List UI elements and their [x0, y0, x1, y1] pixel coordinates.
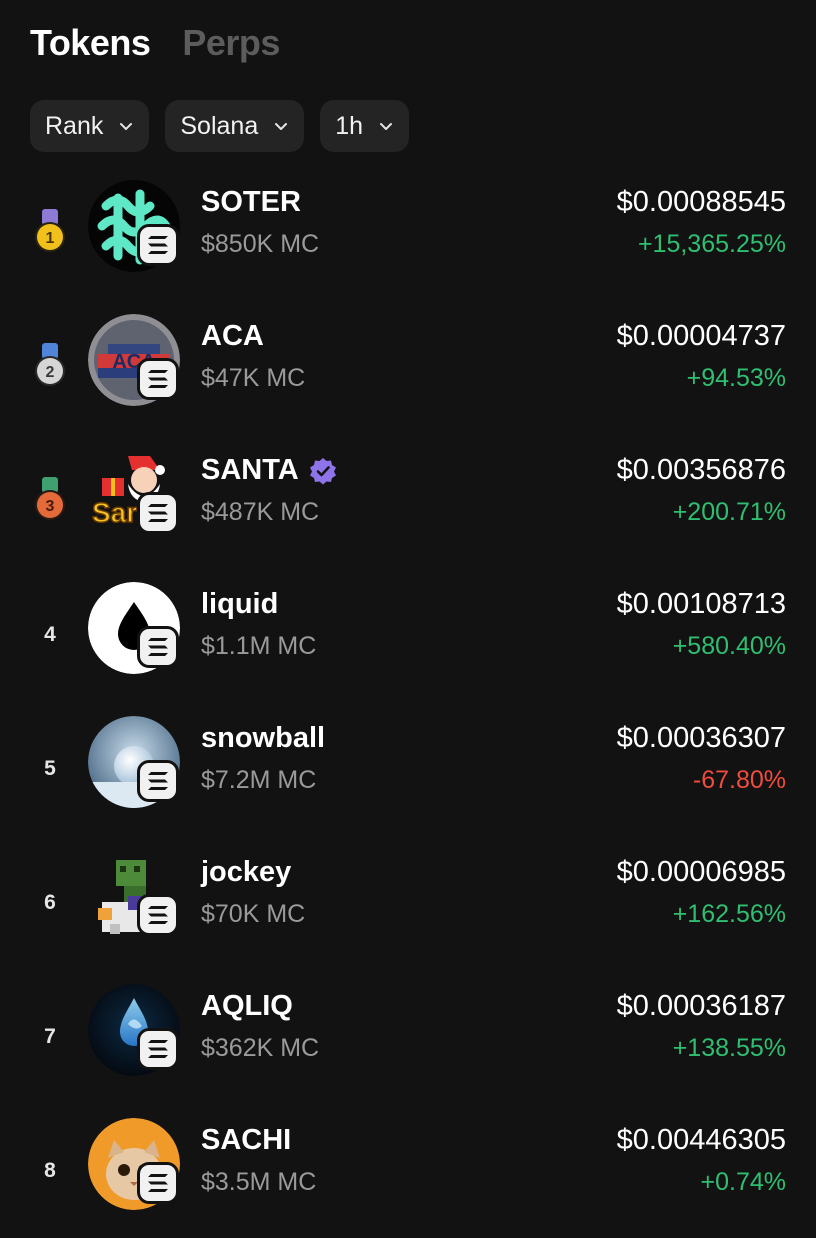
token-row-snowball[interactable]: 5 snowball $7.2M MC $0.00036307 -67.80%	[0, 702, 816, 836]
token-name: SOTER	[201, 186, 301, 219]
price-change: +138.55%	[672, 1034, 786, 1062]
token-name-text: SOTER	[201, 186, 301, 218]
chain-dropdown[interactable]: Solana	[165, 100, 305, 152]
token-name: SACHI	[201, 1124, 291, 1157]
rank-badge: 2	[30, 300, 70, 434]
token-price: $0.00004737	[616, 320, 786, 352]
timeframe-dropdown-label: 1h	[335, 111, 364, 140]
rank-badge: 3	[30, 434, 70, 568]
token-price: $0.00108713	[616, 588, 786, 620]
token-name: jockey	[201, 856, 291, 889]
price-change: +0.74%	[700, 1168, 787, 1196]
chain-dropdown-label: Solana	[180, 111, 259, 140]
token-name-text: SANTA	[201, 454, 299, 486]
bronze-medal-icon: 3	[35, 477, 65, 520]
market-cap: $362K MC	[201, 1034, 320, 1062]
rank-number: 4	[44, 623, 56, 646]
price-change: +580.40%	[672, 632, 786, 660]
token-row-aqliq[interactable]: 7 AQLIQ $362K MC $0.00036187 +138.55%	[0, 970, 816, 1104]
token-row-jockey[interactable]: 6 jockey $70K MC $0.00006985 +162.56%	[0, 836, 816, 970]
token-row-sachi[interactable]: 8 SACHI $3.5M MC $0.00446305 +0.74%	[0, 1104, 816, 1238]
tab-perps[interactable]: Perps	[182, 22, 280, 64]
market-cap: $47K MC	[201, 364, 306, 392]
market-cap: $850K MC	[201, 230, 320, 258]
rank-number: 6	[44, 891, 56, 914]
gold-medal-icon: 1	[35, 209, 65, 252]
chevron-down-icon	[275, 123, 288, 130]
token-price: $0.00446305	[616, 1124, 786, 1156]
price-change: +94.53%	[686, 364, 786, 392]
price-change: +200.71%	[672, 498, 786, 526]
token-name: AQLIQ	[201, 990, 293, 1023]
token-row-aca[interactable]: 2 ACA ACA $47K MC $0.00004737 +94.53%	[0, 300, 816, 434]
rank-number: 5	[44, 757, 56, 780]
solana-icon	[137, 1162, 179, 1204]
solana-icon	[137, 358, 179, 400]
token-name-text: AQLIQ	[201, 990, 293, 1022]
rank-badge: 1	[30, 166, 70, 300]
token-name: ACA	[201, 320, 264, 353]
solana-icon	[137, 492, 179, 534]
solana-icon	[137, 626, 179, 668]
token-row-liquid[interactable]: 4 liquid $1.1M MC $0.00108713 +580.40%	[0, 568, 816, 702]
tab-tokens[interactable]: Tokens	[30, 22, 151, 64]
sort-dropdown-label: Rank	[45, 111, 104, 140]
market-cap: $7.2M MC	[201, 766, 317, 794]
token-row-santa[interactable]: 3 Sar SANTA $487K MC $0.00356876 +200.71…	[0, 434, 816, 568]
token-price: $0.00356876	[616, 454, 786, 486]
token-name: liquid	[201, 588, 278, 621]
verified-badge-icon	[309, 457, 336, 484]
medal-rank-number: 1	[46, 230, 55, 247]
price-change: +15,365.25%	[637, 230, 786, 258]
tab-bar: Tokens Perps	[30, 22, 280, 64]
price-change: +162.56%	[672, 900, 786, 928]
token-name: SANTA	[201, 454, 337, 487]
token-name-text: snowball	[201, 722, 326, 754]
token-price: $0.00088545	[616, 186, 786, 218]
chevron-down-icon	[120, 123, 133, 130]
token-price: $0.00036307	[616, 722, 786, 754]
token-price: $0.00006985	[616, 856, 786, 888]
token-row-soter[interactable]: 1 SOTER $850K MC $0.00088545 +15,365.25%	[0, 166, 816, 300]
filter-bar: Rank Solana 1h	[30, 100, 410, 152]
solana-icon	[137, 760, 179, 802]
medal-rank-number: 2	[46, 364, 55, 381]
solana-icon	[137, 224, 179, 266]
medal-rank-number: 3	[46, 498, 55, 515]
rank-number: 7	[44, 1025, 56, 1048]
market-cap: $70K MC	[201, 900, 306, 928]
solana-icon	[137, 1028, 179, 1070]
token-name-text: SACHI	[201, 1124, 292, 1156]
svg-text:Sar: Sar	[92, 497, 137, 528]
token-name-text: liquid	[201, 588, 279, 620]
token-name-text: jockey	[201, 856, 292, 888]
rank-number: 8	[44, 1159, 56, 1182]
silver-medal-icon: 2	[35, 343, 65, 386]
market-cap: $1.1M MC	[201, 632, 317, 660]
market-cap: $487K MC	[201, 498, 320, 526]
token-name: snowball	[201, 722, 325, 755]
market-cap: $3.5M MC	[201, 1168, 317, 1196]
solana-icon	[137, 894, 179, 936]
token-price: $0.00036187	[616, 990, 786, 1022]
price-change: -67.80%	[692, 766, 786, 794]
sort-dropdown[interactable]: Rank	[30, 100, 150, 152]
token-name-text: ACA	[201, 320, 264, 352]
chevron-down-icon	[380, 123, 393, 130]
timeframe-dropdown[interactable]: 1h	[320, 100, 410, 152]
